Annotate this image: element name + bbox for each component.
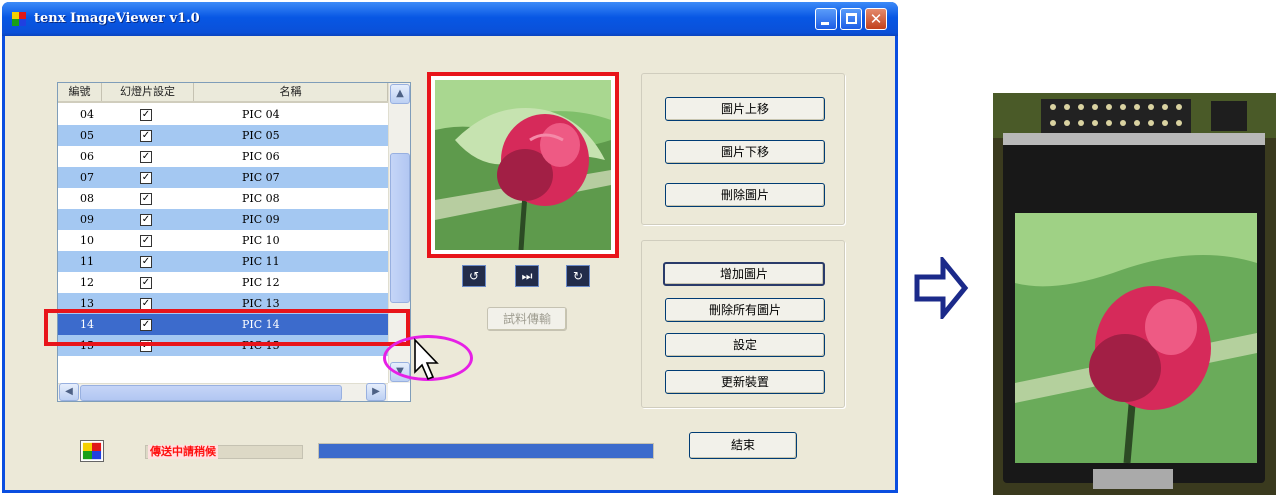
column-header-number[interactable]: 編號 xyxy=(58,83,102,101)
picture-name: PIC 06 xyxy=(242,150,280,163)
picture-name: PIC 05 xyxy=(242,129,280,142)
row-number: 12 xyxy=(80,276,94,289)
exit-button[interactable]: 結束 xyxy=(689,432,797,459)
scroll-up-icon[interactable]: ▲ xyxy=(390,84,410,104)
maximize-icon xyxy=(846,13,857,24)
add-picture-button[interactable]: 增加圖片 xyxy=(663,262,825,286)
selected-row-highlight xyxy=(44,309,410,346)
transfer-button[interactable]: 試料傳輸 xyxy=(487,307,567,331)
update-device-button[interactable]: 更新裝置 xyxy=(665,370,825,394)
list-row[interactable]: 07 ✓ PIC 07 xyxy=(58,167,388,188)
picture-name: PIC 12 xyxy=(242,276,280,289)
picture-name: PIC 04 xyxy=(242,108,280,121)
minimize-icon xyxy=(821,22,829,25)
progress-fill xyxy=(319,444,653,458)
scroll-right-icon[interactable]: ▶ xyxy=(366,383,386,401)
status-label: 傳送中請稍候 xyxy=(148,445,218,459)
mouse-cursor-icon xyxy=(414,338,439,381)
slideshow-checkbox[interactable]: ✓ xyxy=(140,214,152,226)
lcd-device-photo xyxy=(993,93,1276,495)
title-bar[interactable]: tenx ImageViewer v1.0 ✕ xyxy=(2,2,898,36)
move-down-button[interactable]: 圖片下移 xyxy=(665,140,825,164)
list-row[interactable]: 12 ✓ PIC 12 xyxy=(58,272,388,293)
scroll-left-icon[interactable]: ◀ xyxy=(59,383,79,401)
row-number: 09 xyxy=(80,213,94,226)
remove-all-button[interactable]: 刪除所有圖片 xyxy=(665,298,825,322)
picture-name: PIC 10 xyxy=(242,234,280,247)
status-icon xyxy=(80,440,104,462)
column-header-name[interactable]: 名稱 xyxy=(194,83,388,101)
move-up-button[interactable]: 圖片上移 xyxy=(665,97,825,121)
rotate-right-icon: ↻ xyxy=(572,269,584,283)
row-number: 10 xyxy=(80,234,94,247)
picture-name: PIC 07 xyxy=(242,171,280,184)
right-arrow-icon xyxy=(914,257,969,319)
list-row[interactable]: 11 ✓ PIC 11 xyxy=(58,251,388,272)
list-row[interactable]: 06 ✓ PIC 06 xyxy=(58,146,388,167)
row-number: 07 xyxy=(80,171,94,184)
next-icon: ⏭ xyxy=(521,269,533,283)
progress-bar xyxy=(318,443,654,459)
status-text-field: 傳送中請稍候 xyxy=(145,445,303,459)
picture-name: PIC 09 xyxy=(242,213,280,226)
slideshow-checkbox[interactable]: ✓ xyxy=(140,193,152,205)
close-icon: ✕ xyxy=(869,10,883,28)
minimize-button[interactable] xyxy=(815,8,837,30)
horizontal-scrollbar[interactable]: ◀ ▶ xyxy=(58,383,388,401)
rotate-left-icon: ↺ xyxy=(468,269,480,283)
list-row[interactable]: 05 ✓ PIC 05 xyxy=(58,125,388,146)
slideshow-checkbox[interactable]: ✓ xyxy=(140,256,152,268)
list-row[interactable]: 08 ✓ PIC 08 xyxy=(58,188,388,209)
picture-name: PIC 11 xyxy=(242,255,280,268)
slideshow-checkbox[interactable]: ✓ xyxy=(140,277,152,289)
list-row[interactable]: 10 ✓ PIC 10 xyxy=(58,230,388,251)
row-number: 06 xyxy=(80,150,94,163)
list-row[interactable]: 09 ✓ PIC 09 xyxy=(58,209,388,230)
next-image-button[interactable]: ⏭ xyxy=(515,265,539,287)
row-number: 08 xyxy=(80,192,94,205)
close-button[interactable]: ✕ xyxy=(865,8,887,30)
row-number: 05 xyxy=(80,129,94,142)
settings-button[interactable]: 設定 xyxy=(665,333,825,357)
list-header: 編號 幻燈片設定 名稱 xyxy=(58,83,388,103)
list-row[interactable]: 04 ✓ PIC 04 xyxy=(58,104,388,125)
picture-list[interactable]: 編號 幻燈片設定 名稱 04 ✓ PIC 04 05 ✓ PIC 05 06 ✓ PIC 06 0… xyxy=(57,82,411,402)
picture-name: PIC 08 xyxy=(242,192,280,205)
app-icon xyxy=(12,12,26,26)
preview-image xyxy=(435,80,611,250)
rotate-right-button[interactable]: ↻ xyxy=(566,265,590,287)
column-header-slideshow[interactable]: 幻燈片設定 xyxy=(102,83,194,101)
window-title: tenx ImageViewer v1.0 xyxy=(34,11,200,26)
preview-frame xyxy=(427,72,619,258)
rotate-left-button[interactable]: ↺ xyxy=(462,265,486,287)
vertical-scroll-thumb[interactable] xyxy=(390,153,410,303)
slideshow-checkbox[interactable]: ✓ xyxy=(140,172,152,184)
delete-picture-button[interactable]: 刪除圖片 xyxy=(665,183,825,207)
slideshow-checkbox[interactable]: ✓ xyxy=(140,130,152,142)
horizontal-scroll-thumb[interactable] xyxy=(80,385,342,401)
slideshow-checkbox[interactable]: ✓ xyxy=(140,235,152,247)
slideshow-checkbox[interactable]: ✓ xyxy=(140,151,152,163)
row-number: 04 xyxy=(80,108,94,121)
slideshow-checkbox[interactable]: ✓ xyxy=(140,109,152,121)
row-number: 11 xyxy=(80,255,94,268)
maximize-button[interactable] xyxy=(840,8,862,30)
